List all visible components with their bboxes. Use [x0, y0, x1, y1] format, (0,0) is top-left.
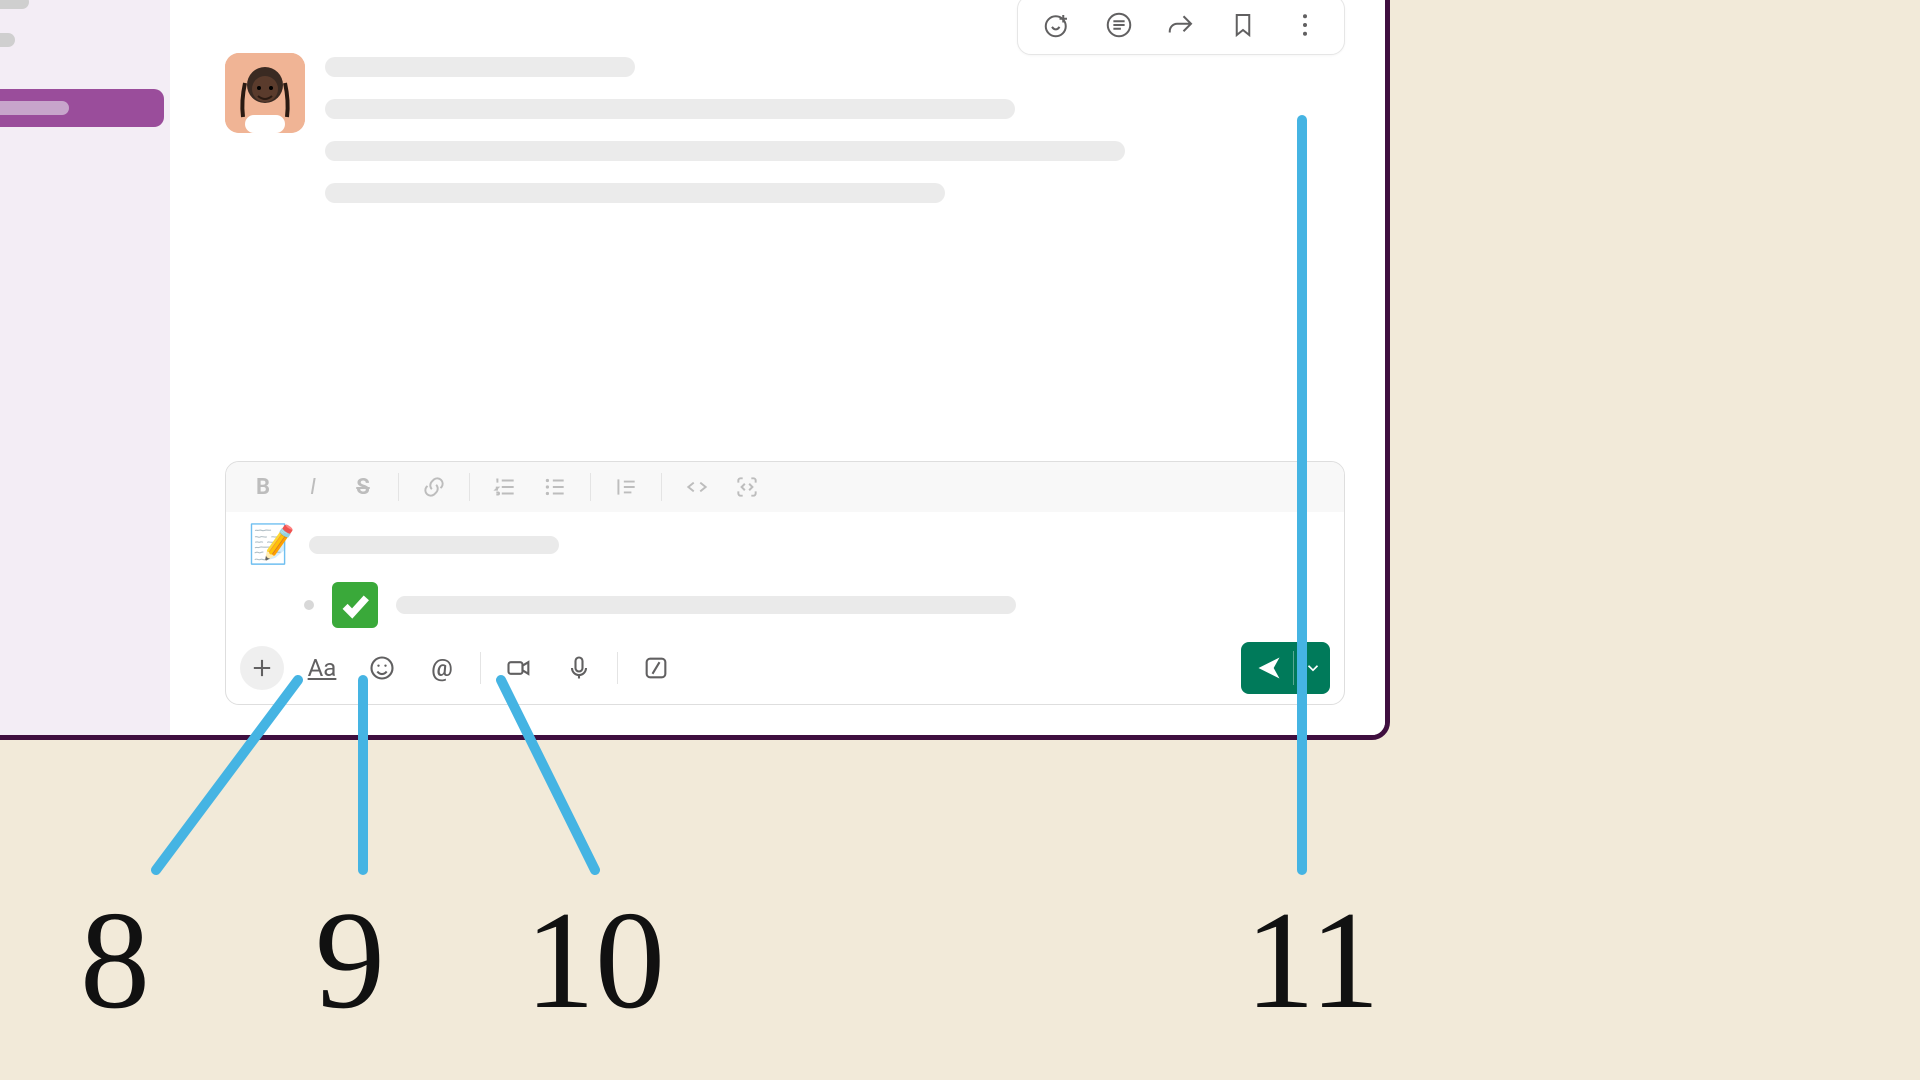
- formatting-toolbar: B I S: [226, 462, 1344, 512]
- blockquote-button[interactable]: [611, 472, 641, 502]
- channel-main: B I S: [170, 0, 1385, 735]
- channel-sidebar: 1: [0, 0, 170, 735]
- message: [225, 53, 1345, 225]
- attach-button[interactable]: [240, 646, 284, 690]
- bookmark-icon[interactable]: [1226, 8, 1260, 42]
- message-composer: B I S: [225, 461, 1345, 705]
- add-reaction-icon[interactable]: [1040, 8, 1074, 42]
- composer-textarea[interactable]: 📝: [226, 512, 1344, 636]
- annotation-number: 10: [525, 880, 665, 1041]
- bullet-list-button[interactable]: [540, 472, 570, 502]
- sidebar-item[interactable]: [0, 0, 170, 21]
- emoji-picker-button[interactable]: [360, 646, 404, 690]
- bullet-dot-icon: [304, 600, 314, 610]
- sidebar-item-active[interactable]: [0, 89, 164, 127]
- send-options-caret-icon[interactable]: [1304, 659, 1322, 677]
- strike-button[interactable]: S: [348, 472, 378, 502]
- slack-window: 1: [0, 0, 1390, 740]
- more-actions-icon[interactable]: [1288, 8, 1322, 42]
- draft-text-placeholder: [309, 536, 559, 554]
- italic-button[interactable]: I: [298, 472, 328, 502]
- composer-bottom-toolbar: Aa @: [226, 636, 1344, 704]
- thread-reply-icon[interactable]: [1102, 8, 1136, 42]
- annotation-number: 11: [1245, 880, 1380, 1041]
- annotation-number: 9: [315, 880, 385, 1041]
- code-block-button[interactable]: [732, 472, 762, 502]
- annotation-number: 8: [80, 880, 150, 1041]
- record-audio-button[interactable]: [557, 646, 601, 690]
- message-hover-actions: [1017, 0, 1345, 55]
- avatar: [225, 53, 305, 133]
- shortcuts-button[interactable]: [634, 646, 678, 690]
- ordered-list-button[interactable]: [490, 472, 520, 502]
- mention-button[interactable]: @: [420, 646, 464, 690]
- toggle-formatting-button[interactable]: Aa: [300, 646, 344, 690]
- link-button[interactable]: [419, 472, 449, 502]
- sidebar-item[interactable]: [0, 21, 170, 59]
- draft-text-placeholder: [396, 596, 1016, 614]
- memo-emoji-icon: 📝: [248, 526, 295, 564]
- send-button[interactable]: [1241, 642, 1330, 694]
- share-message-icon[interactable]: [1164, 8, 1198, 42]
- check-emoji-icon: [332, 582, 378, 628]
- bold-button[interactable]: B: [248, 472, 278, 502]
- inline-code-button[interactable]: [682, 472, 712, 502]
- record-video-button[interactable]: [497, 646, 541, 690]
